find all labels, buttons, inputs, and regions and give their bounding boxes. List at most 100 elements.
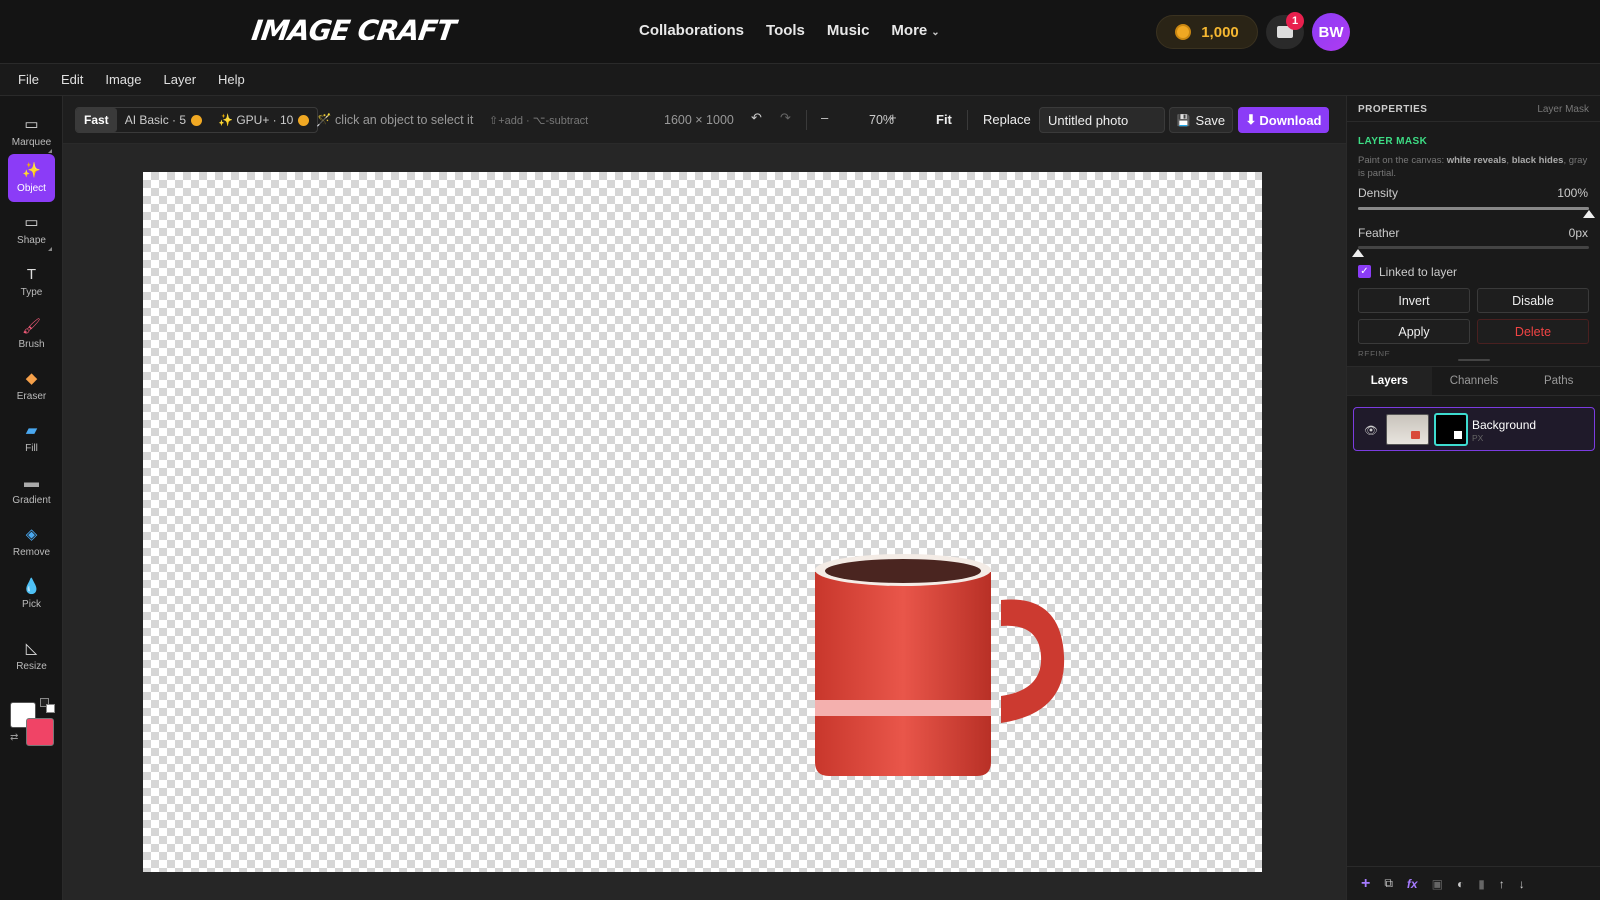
group-icon[interactable]: ▮ <box>1478 877 1485 891</box>
submenu-corner-icon <box>48 149 52 153</box>
top-bar: IMAGE CRAFT Collaborations Tools Music M… <box>0 0 1600 64</box>
tab-layers[interactable]: Layers <box>1347 367 1432 395</box>
nav-more[interactable]: More ⌄ <box>891 22 939 39</box>
properties-header: PROPERTIES Layer Mask <box>1347 96 1600 122</box>
workspace <box>63 144 1346 900</box>
floppy-icon: 💾 <box>1176 114 1191 127</box>
eyedropper-icon: 💧 <box>22 578 41 595</box>
tool-eraser[interactable]: ◆ Eraser <box>8 362 55 410</box>
add-layer-icon[interactable]: + <box>1361 875 1370 893</box>
main-nav: Collaborations Tools Music More ⌄ <box>639 22 962 39</box>
menu-help[interactable]: Help <box>218 72 245 87</box>
feather-slider[interactable] <box>1358 246 1589 249</box>
zoom-in-icon[interactable]: + <box>889 110 897 125</box>
mug-stripe <box>815 700 991 716</box>
redo-icon[interactable]: ↷ <box>780 110 791 126</box>
linked-to-layer-checkbox[interactable]: ✓ <box>1358 265 1371 278</box>
tool-remove[interactable]: ◈ Remove <box>8 518 55 566</box>
magic-wand-icon: ✨ <box>22 162 41 179</box>
image-dimensions: 1600 × 1000 <box>664 113 734 127</box>
avatar[interactable]: BW <box>1312 13 1350 51</box>
selection-mode-group: Fast AI Basic · 5 ✨ GPU+ · 10 <box>75 107 319 133</box>
mug-coffee <box>825 559 981 583</box>
tool-resize[interactable]: ◺ Resize <box>8 632 55 680</box>
fx-icon[interactable]: fx <box>1407 877 1418 891</box>
mug-body <box>815 572 991 776</box>
eraser-icon: ◆ <box>25 370 38 387</box>
swap-colors-icon[interactable]: ⇄ <box>10 732 18 743</box>
menu-edit[interactable]: Edit <box>61 72 83 87</box>
tool-brush[interactable]: 🖌 Brush <box>8 310 55 358</box>
nav-collaborations[interactable]: Collaborations <box>639 22 744 39</box>
background-color-swatch[interactable] <box>26 718 54 746</box>
tool-marquee[interactable]: ▭ Marquee <box>8 108 55 156</box>
mode-fast[interactable]: Fast <box>76 108 117 132</box>
density-slider[interactable] <box>1358 207 1589 210</box>
tool-type[interactable]: T Type <box>8 258 55 306</box>
undo-icon[interactable]: ↶ <box>751 110 762 126</box>
feather-slider-handle[interactable] <box>1352 249 1364 257</box>
add-mask-icon[interactable]: ▣ <box>1432 877 1443 891</box>
tool-label: Gradient <box>12 495 51 506</box>
desc-black: black hides <box>1511 155 1564 166</box>
coin-icon <box>191 114 203 126</box>
tool-shape[interactable]: ▭ Shape <box>8 206 55 254</box>
zoom-out-icon[interactable]: – <box>821 110 828 125</box>
tool-label: Type <box>20 287 43 298</box>
layer-mask-description: Paint on the canvas: white reveals, blac… <box>1358 154 1590 180</box>
feather-label: Feather <box>1358 226 1400 240</box>
tab-paths[interactable]: Paths <box>1516 367 1600 395</box>
duplicate-layer-icon[interactable]: ⧉ <box>1384 876 1393 891</box>
mug-image[interactable] <box>143 172 1262 872</box>
app-logo[interactable]: IMAGE CRAFT <box>250 14 457 47</box>
gradient-icon: ▬ <box>24 474 39 491</box>
coin-balance[interactable]: 1,000 <box>1156 15 1258 49</box>
desc-prefix: Paint on the canvas: <box>1358 155 1447 166</box>
replace-button[interactable]: Replace <box>983 112 1031 127</box>
coin-icon <box>1175 24 1192 40</box>
download-button[interactable]: ⬇ Download <box>1238 107 1329 133</box>
panel-resize-handle[interactable] <box>1458 359 1490 361</box>
nav-music[interactable]: Music <box>827 22 870 39</box>
save-button[interactable]: 💾 Save <box>1169 107 1233 133</box>
tool-panel: ▭ Marquee ✨ Object ▭ Shape T Type 🖌 Brus… <box>0 96 63 900</box>
apply-button[interactable]: Apply <box>1358 319 1470 344</box>
properties-title: PROPERTIES <box>1358 104 1428 115</box>
density-slider-handle[interactable] <box>1583 210 1595 218</box>
tool-object[interactable]: ✨ Object <box>8 154 55 202</box>
mode-ai-basic[interactable]: AI Basic · 5 <box>117 108 210 132</box>
menu-file[interactable]: File <box>18 72 39 87</box>
fill-bucket-icon: ▰ <box>25 422 38 439</box>
menu-layer[interactable]: Layer <box>164 72 197 87</box>
tool-label: Resize <box>16 661 47 672</box>
eye-icon[interactable]: 👁 <box>1364 424 1378 437</box>
tab-channels[interactable]: Channels <box>1432 367 1517 395</box>
options-bar: Fast AI Basic · 5 ✨ GPU+ · 10 🪄 click an… <box>63 96 1346 144</box>
invert-button[interactable]: Invert <box>1358 288 1470 313</box>
move-layer-down-icon[interactable]: ↓ <box>1519 877 1525 891</box>
document-name-input[interactable] <box>1039 107 1165 133</box>
tool-pick[interactable]: 💧 Pick <box>8 570 55 618</box>
layer-row[interactable]: 👁 Background PX <box>1353 407 1595 451</box>
fit-button[interactable]: Fit <box>936 112 952 127</box>
resize-icon: ◺ <box>25 640 38 657</box>
feather-value: 0px <box>1568 226 1588 240</box>
menu-image[interactable]: Image <box>105 72 141 87</box>
layer-thumbnail <box>1386 414 1429 445</box>
properties-panel: PROPERTIES Layer Mask LAYER MASK Paint o… <box>1346 96 1600 900</box>
desc-white: white reveals <box>1446 155 1507 166</box>
delete-button[interactable]: Delete <box>1477 319 1589 344</box>
move-layer-up-icon[interactable]: ↑ <box>1499 877 1505 891</box>
default-colors-icon[interactable] <box>40 698 56 714</box>
nav-tools[interactable]: Tools <box>766 22 805 39</box>
density-value: 100% <box>1557 186 1588 200</box>
tool-gradient[interactable]: ▬ Gradient <box>8 466 55 514</box>
layer-mask-thumbnail[interactable] <box>1434 413 1468 446</box>
image-canvas[interactable] <box>143 172 1262 872</box>
nav-more-label: More <box>891 22 928 39</box>
mode-gpu[interactable]: ✨ GPU+ · 10 <box>210 108 317 132</box>
disable-button[interactable]: Disable <box>1477 288 1589 313</box>
refine-section-title: REFINE <box>1358 350 1391 356</box>
tool-fill[interactable]: ▰ Fill <box>8 414 55 462</box>
adjustment-icon[interactable]: ◐ <box>1457 877 1464 891</box>
